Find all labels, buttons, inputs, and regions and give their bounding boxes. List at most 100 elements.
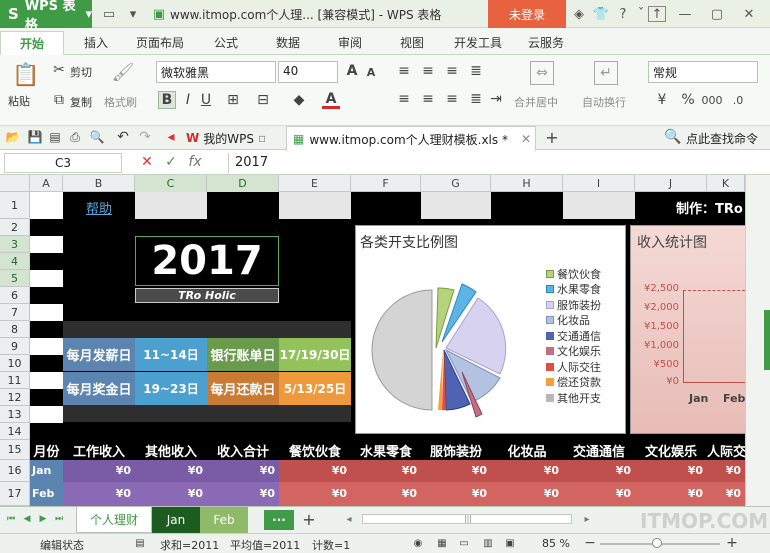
column-g[interactable]: G — [421, 175, 491, 192]
confirm-icon[interactable]: ✓ — [164, 154, 178, 170]
table-cell[interactable]: ¥0 — [707, 482, 745, 506]
column-c[interactable]: C — [135, 175, 207, 192]
table-cell[interactable]: ¥0 — [351, 460, 421, 482]
close-tab-icon[interactable]: ▫ — [258, 131, 266, 145]
column-f[interactable]: F — [351, 175, 421, 192]
scissors-icon[interactable]: ✂ — [52, 62, 66, 78]
shrink-font-icon[interactable]: A — [364, 65, 378, 79]
row-header[interactable]: 6 — [0, 287, 30, 304]
table-cell[interactable]: ¥0 — [207, 460, 279, 482]
macro-icon[interactable]: ▤ — [134, 537, 146, 549]
indent-icon[interactable]: ⇥ — [488, 91, 504, 107]
add-sheet-icon[interactable]: + — [300, 510, 318, 529]
undo-icon[interactable]: ↶ — [116, 129, 130, 145]
last-sheet-icon[interactable]: ⏭ — [54, 513, 64, 525]
help-link[interactable]: 帮助 — [86, 198, 112, 217]
table-cell[interactable]: ¥0 — [563, 460, 635, 482]
month-cell[interactable]: Jan — [30, 460, 63, 482]
preview-icon[interactable]: 🔍 — [90, 130, 105, 144]
column-j[interactable]: J — [635, 175, 707, 192]
row-header[interactable]: 14 — [0, 423, 30, 440]
new-icon[interactable]: ▭ — [100, 5, 118, 23]
worksheet-grid[interactable]: 帮助 制作：TRo 2017 TRo Holic 每月发薪日 11~14日 银行… — [30, 192, 745, 506]
function-icon[interactable]: fx — [186, 154, 204, 170]
bold-icon[interactable]: B — [158, 91, 176, 109]
tab-developer[interactable]: 开发工具 — [454, 34, 502, 51]
font-size-select[interactable]: 40 — [278, 61, 338, 83]
close-icon[interactable]: ✕ — [740, 5, 758, 23]
column-a[interactable]: A — [30, 175, 63, 192]
scroll-grip-icon[interactable]: ||| — [453, 515, 483, 523]
tab-home[interactable]: 开始 — [0, 31, 64, 55]
brush-icon[interactable]: 🖌 — [112, 61, 135, 83]
tab-page-layout[interactable]: 页面布局 — [136, 34, 184, 51]
select-all[interactable] — [0, 175, 30, 192]
thousands-icon[interactable]: 000 — [702, 91, 723, 109]
table-cell[interactable]: ¥0 — [635, 460, 707, 482]
horizontal-scrollbar[interactable]: ||| — [362, 514, 572, 524]
tab-current-file[interactable]: ▦ www.itmop.com个人理财模板.xls * ✕ — [286, 126, 536, 151]
restore-window-icon[interactable]: ↑ — [648, 6, 666, 22]
row-header[interactable]: 5 — [0, 270, 30, 287]
currency-icon[interactable]: ¥ — [652, 91, 672, 109]
skin-icon[interactable]: ◈ — [570, 5, 588, 23]
scroll-left-icon[interactable]: ◂ — [342, 512, 356, 526]
border-icon[interactable]: ⊞ — [224, 91, 242, 109]
close-tab-icon[interactable]: ✕ — [521, 132, 535, 146]
month-cell[interactable]: Feb — [30, 482, 63, 506]
column-d[interactable]: D — [207, 175, 279, 192]
table-cell[interactable]: ¥0 — [63, 482, 135, 506]
customize-icon[interactable]: ◂ — [164, 129, 178, 145]
wrap-text-icon[interactable]: ↵ — [594, 61, 618, 85]
tab-view[interactable]: 视图 — [400, 34, 424, 51]
italic-icon[interactable]: I — [180, 91, 196, 109]
table-cell[interactable]: ¥0 — [279, 460, 351, 482]
grow-font-icon[interactable]: A — [344, 63, 360, 79]
table-cell[interactable]: ¥0 — [421, 482, 491, 506]
row-header[interactable]: 4 — [0, 253, 30, 270]
copy-button[interactable]: 复制 — [70, 94, 92, 110]
column-b[interactable]: B — [63, 175, 135, 192]
wrap-text-button[interactable]: 自动换行 — [582, 94, 626, 110]
merge-center-button[interactable]: 合并居中 — [514, 94, 558, 110]
prev-sheet-icon[interactable]: ◀ — [22, 513, 32, 525]
column-h[interactable]: H — [491, 175, 563, 192]
login-button[interactable]: 未登录 — [488, 0, 566, 28]
row-header[interactable]: 11 — [0, 372, 30, 389]
table-cell[interactable]: ¥0 — [707, 460, 745, 482]
sheet-tab-personal[interactable]: 个人理财 — [76, 507, 152, 533]
year-cell[interactable]: 2017 — [135, 236, 279, 286]
save-icon[interactable]: 💾 — [28, 130, 43, 144]
tab-review[interactable]: 审阅 — [338, 34, 362, 51]
zoom-in-icon[interactable]: + — [726, 535, 738, 551]
paste-icon[interactable]: 📋 — [12, 61, 40, 89]
help-icon[interactable]: ? — [614, 5, 632, 23]
row-header[interactable]: 8 — [0, 321, 30, 338]
number-format-select[interactable]: 常规 — [648, 61, 758, 83]
vertical-scrollbar[interactable] — [745, 175, 770, 506]
normal-view-icon[interactable]: ▦ — [436, 537, 448, 549]
column-e[interactable]: E — [279, 175, 351, 192]
row-header[interactable]: 2 — [0, 219, 30, 236]
tab-insert[interactable]: 插入 — [84, 34, 108, 51]
table-cell[interactable]: ¥0 — [279, 482, 351, 506]
sheet-tab-jan[interactable]: Jan — [152, 507, 200, 533]
align-center-icon[interactable]: ≡ — [420, 91, 436, 107]
sheet-tab-feb[interactable]: Feb — [200, 507, 248, 533]
tab-my-wps[interactable]: W 我的WPS ▫ — [186, 126, 286, 150]
column-i[interactable]: I — [563, 175, 635, 192]
page-layout-icon[interactable]: ▭ — [458, 537, 470, 549]
table-cell[interactable]: ¥0 — [351, 482, 421, 506]
name-box[interactable]: C3 — [4, 153, 122, 173]
cut-button[interactable]: 剪切 — [70, 64, 92, 80]
minimize-icon[interactable]: — — [676, 5, 694, 23]
merge-center-icon[interactable]: ⇔ — [530, 61, 554, 85]
row-header[interactable]: 12 — [0, 389, 30, 406]
row-header[interactable]: 15 — [0, 440, 30, 460]
table-cell[interactable]: ¥0 — [635, 482, 707, 506]
font-color-icon[interactable]: A — [322, 91, 340, 109]
tab-data[interactable]: 数据 — [276, 34, 300, 51]
shirt-icon[interactable]: 👕 — [592, 5, 610, 23]
zoom-out-icon[interactable]: − — [584, 535, 596, 551]
row-header[interactable]: 16 — [0, 460, 30, 482]
